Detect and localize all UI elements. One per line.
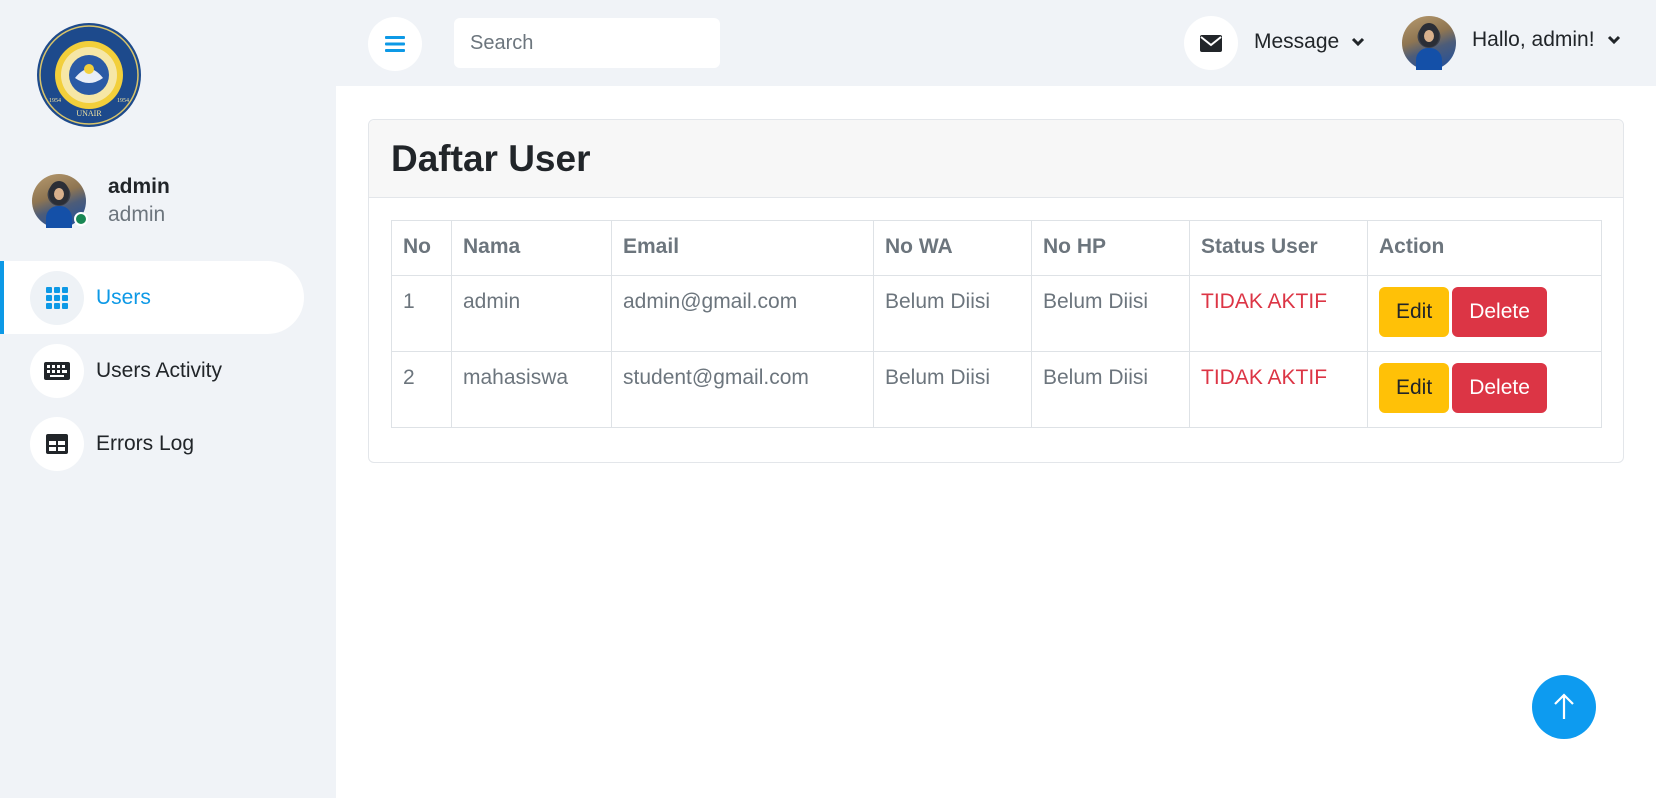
avatar xyxy=(32,174,88,228)
cell-nama: admin xyxy=(451,275,612,352)
arrow-up-icon xyxy=(1554,693,1574,719)
sidebar-item-label: Users Activity xyxy=(96,358,223,382)
cell-no: 2 xyxy=(391,351,452,428)
column-header-no-hp: No HP xyxy=(1031,220,1190,276)
delete-button[interactable]: Delete xyxy=(1452,363,1547,413)
grid-icon xyxy=(30,270,84,325)
avatar xyxy=(1402,16,1456,70)
table-header-row: No Nama Email No WA No HP Status User Ac… xyxy=(391,220,1602,276)
sidebar-item-users-activity[interactable]: Users Activity xyxy=(0,334,304,407)
edit-button[interactable]: Edit xyxy=(1379,363,1450,413)
sidebar-item-errors-log[interactable]: Errors Log xyxy=(0,407,304,480)
column-header-no-wa: No WA xyxy=(873,220,1032,276)
cell-nama: mahasiswa xyxy=(451,351,612,428)
cell-email: student@gmail.com xyxy=(611,351,874,428)
table-row: 1 admin admin@gmail.com Belum Diisi Belu… xyxy=(391,275,1602,352)
message-dropdown[interactable]: Message xyxy=(1254,30,1365,54)
sidebar: UNAIR 1954 1954 admin admin Users Users … xyxy=(0,0,336,798)
hamburger-icon xyxy=(385,36,405,52)
search-input[interactable] xyxy=(454,18,720,68)
user-greeting: Hallo, admin! xyxy=(1472,28,1595,51)
profile-name: admin xyxy=(108,175,170,198)
sidebar-nav: Users Users Activity Errors Log xyxy=(0,261,304,480)
cell-no-wa: Belum Diisi xyxy=(873,275,1032,352)
page-title: Daftar User xyxy=(391,137,591,179)
keyboard-icon xyxy=(30,343,84,398)
cell-no: 1 xyxy=(391,275,452,352)
user-list-card: Daftar User No Nama Email No WA No HP St… xyxy=(368,119,1624,463)
edit-button[interactable]: Edit xyxy=(1379,287,1450,337)
sidebar-profile: admin admin xyxy=(32,173,170,229)
cell-status: TIDAK AKTIF xyxy=(1189,275,1368,352)
delete-button[interactable]: Delete xyxy=(1452,287,1547,337)
svg-text:1954: 1954 xyxy=(49,98,61,104)
cell-no-wa: Belum Diisi xyxy=(873,351,1032,428)
menu-toggle-button[interactable] xyxy=(368,17,422,71)
cell-action: Edit Delete xyxy=(1367,275,1602,352)
user-menu-dropdown[interactable]: Hallo, admin! xyxy=(1402,16,1621,70)
cell-action: Edit Delete xyxy=(1367,351,1602,428)
cell-no-hp: Belum Diisi xyxy=(1031,275,1190,352)
sidebar-item-users[interactable]: Users xyxy=(0,261,304,334)
table-icon xyxy=(30,416,84,471)
cell-status: TIDAK AKTIF xyxy=(1189,351,1368,428)
profile-role: admin xyxy=(108,203,166,226)
main-content: Daftar User No Nama Email No WA No HP St… xyxy=(336,86,1656,798)
cell-email: admin@gmail.com xyxy=(611,275,874,352)
message-icon-button[interactable] xyxy=(1184,16,1238,70)
user-table-wrapper: No Nama Email No WA No HP Status User Ac… xyxy=(391,220,1602,428)
scroll-to-top-button[interactable] xyxy=(1532,675,1596,739)
column-header-nama: Nama xyxy=(451,220,612,276)
envelope-icon xyxy=(1200,34,1222,52)
online-status-dot xyxy=(74,212,88,226)
topbar: Message Hallo, admin! xyxy=(336,0,1656,86)
column-header-no: No xyxy=(391,220,452,276)
card-header: Daftar User xyxy=(369,120,1623,198)
chevron-down-icon xyxy=(1352,37,1365,47)
chevron-down-icon xyxy=(1607,35,1620,45)
sidebar-item-label: Errors Log xyxy=(96,431,195,455)
user-table: No Nama Email No WA No HP Status User Ac… xyxy=(391,220,1602,428)
table-row: 2 mahasiswa student@gmail.com Belum Diis… xyxy=(391,351,1602,428)
sidebar-item-label: Users xyxy=(96,285,151,309)
message-label: Message xyxy=(1254,30,1340,53)
column-header-action: Action xyxy=(1367,220,1602,276)
column-header-status: Status User xyxy=(1189,220,1368,276)
university-logo[interactable]: UNAIR 1954 1954 xyxy=(35,22,143,128)
column-header-email: Email xyxy=(611,220,874,276)
svg-text:UNAIR: UNAIR xyxy=(76,109,102,118)
cell-no-hp: Belum Diisi xyxy=(1031,351,1190,428)
svg-text:1954: 1954 xyxy=(117,98,129,104)
